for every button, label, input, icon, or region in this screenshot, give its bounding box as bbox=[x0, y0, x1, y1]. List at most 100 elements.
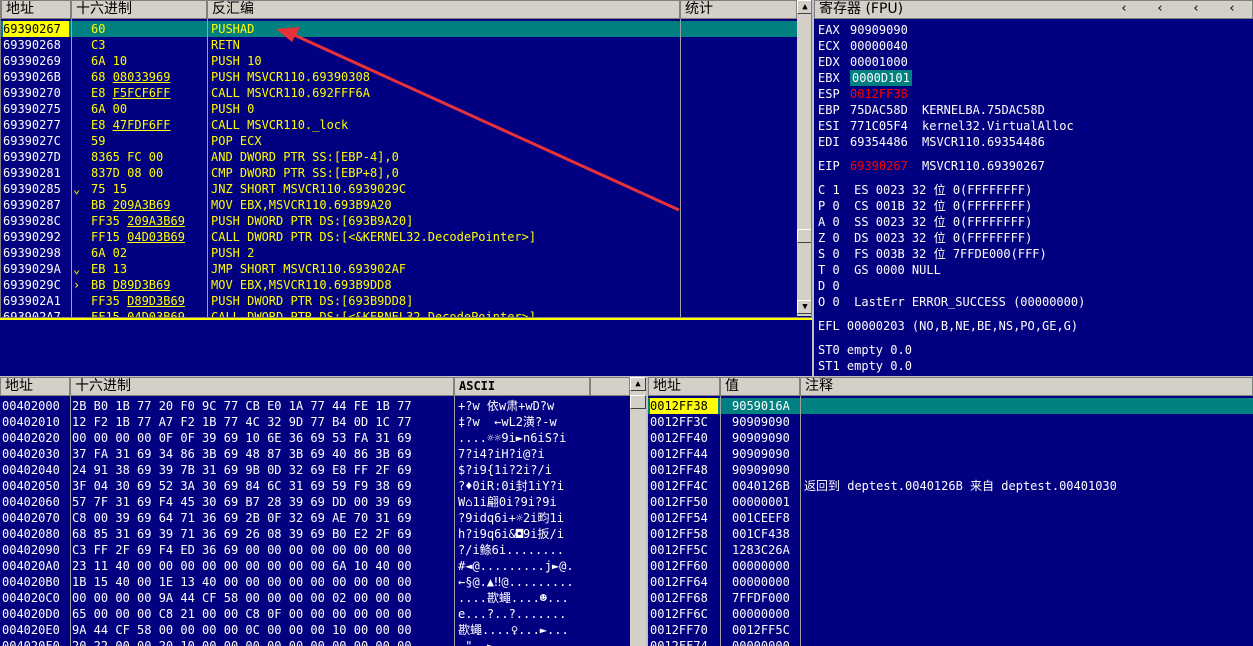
dump-row[interactable]: 00402070 C8 00 39 69 64 71 36 69 2B 0F 32… bbox=[0, 510, 630, 526]
dump-row[interactable]: 00402000 2B B0 1B 77 20 F0 9C 77 CB E0 1A… bbox=[0, 398, 630, 414]
disasm-row[interactable]: 69390287 BB 209A3B69 MOV EBX,MSVCR110.693B… bbox=[1, 197, 797, 213]
disasm-row[interactable]: 69390275 6A 00 PUSH 0 bbox=[1, 101, 797, 117]
stack-row[interactable]: 0012FF3C 90909090 bbox=[648, 414, 1253, 430]
stack-row[interactable]: 0012FF54 001CEEF8 bbox=[648, 510, 1253, 526]
disasm-row[interactable]: 6939026B 68 08033969 PUSH MSVCR110.6939030… bbox=[1, 69, 797, 85]
disasm-row[interactable]: 69390277 E8 47FDF6FF CALL MSVCR110._lock bbox=[1, 117, 797, 133]
stack-row[interactable]: 0012FF50 00000001 bbox=[648, 494, 1253, 510]
dump-header-hex[interactable]: 十六进制 bbox=[70, 377, 454, 396]
dump-header-ascii[interactable]: ASCII bbox=[454, 377, 590, 396]
disasm-instruction: POP ECX bbox=[211, 134, 262, 148]
disasm-row[interactable]: 69390292 FF15 04D03B69 CALL DWORD PTR DS:[… bbox=[1, 229, 797, 245]
disasm-instruction: CALL MSVCR110._lock bbox=[211, 118, 349, 132]
disasm-header-disasm[interactable]: 反汇编 bbox=[207, 0, 680, 19]
nav-left-icon-3[interactable]: ‹ bbox=[1186, 2, 1206, 16]
disasm-row[interactable]: 69390285 ⌄ 75 15 JNZ SHORT MSVCR110.6939029… bbox=[1, 181, 797, 197]
registers-pane[interactable]: 寄存器 (FPU) ‹ ‹ ‹ ‹ EAX 90909090 ECX 00000040… bbox=[814, 0, 1253, 376]
scroll-up-icon[interactable]: ▲ bbox=[797, 0, 811, 14]
stack-row[interactable]: 0012FF38 9059016A bbox=[648, 398, 1253, 414]
disasm-row[interactable]: 69390281 837D 08 00 CMP DWORD PTR SS:[EBP+… bbox=[1, 165, 797, 181]
stack-row[interactable]: 0012FF44 90909090 bbox=[648, 446, 1253, 462]
disasm-scrollbar[interactable]: ▲ ▼ bbox=[797, 0, 811, 316]
disasm-row[interactable]: 69390267 60 PUSHAD bbox=[1, 21, 797, 37]
stack-header-address[interactable]: 地址 bbox=[648, 377, 720, 396]
stack-row[interactable]: 0012FF6C 00000000 bbox=[648, 606, 1253, 622]
disasm-header-address[interactable]: 地址 bbox=[1, 0, 71, 19]
efl-row[interactable]: EFL 00000203 (NO,B,NE,BE,NS,PO,GE,G) bbox=[818, 318, 1078, 334]
disasm-row[interactable]: 69390270 E8 F5FCF6FF CALL MSVCR110.692FFF6… bbox=[1, 85, 797, 101]
dump-row[interactable]: 004020C0 00 00 00 00 9A 44 CF 58 00 00 00… bbox=[0, 590, 630, 606]
stack-row[interactable]: 0012FF40 90909090 bbox=[648, 430, 1253, 446]
stack-row[interactable]: 0012FF4C 0040126B 返回到 deptest.0040126B 来自 … bbox=[648, 478, 1253, 494]
stack-row[interactable]: 0012FF70 0012FF5C bbox=[648, 622, 1253, 638]
flag-row[interactable]: Z 0 DS 0023 32 位 0(FFFFFFFF) bbox=[818, 230, 1032, 246]
scroll-up-icon[interactable]: ▲ bbox=[630, 377, 646, 391]
stack-row[interactable]: 0012FF60 00000000 bbox=[648, 558, 1253, 574]
disasm-header-comment[interactable]: 统计 bbox=[680, 0, 797, 19]
dump-row[interactable]: 004020F0 20 22 00 00 20 10 00 00 00 00 00… bbox=[0, 638, 630, 646]
stack-comment bbox=[804, 398, 1249, 414]
flag-row[interactable]: A 0 SS 0023 32 位 0(FFFFFFFF) bbox=[818, 214, 1032, 230]
disasm-row[interactable]: 6939028C FF35 209A3B69 PUSH DWORD PTR DS:[… bbox=[1, 213, 797, 229]
disasm-row[interactable]: 693902A7 FF15 04D03B69 CALL DWORD PTR DS:[… bbox=[1, 309, 797, 317]
register-value[interactable]: 0000D101 bbox=[850, 70, 912, 86]
scroll-thumb[interactable] bbox=[797, 229, 811, 243]
stack-header-comment[interactable]: 注释 bbox=[800, 377, 1253, 396]
flag-row[interactable]: D 0 bbox=[818, 278, 840, 294]
scroll-down-icon[interactable]: ▼ bbox=[797, 300, 811, 314]
stack-row[interactable]: 0012FF5C 1283C26A bbox=[648, 542, 1253, 558]
register-value[interactable]: 0012FF38 bbox=[850, 86, 908, 102]
dump-row[interactable]: 00402040 24 91 38 69 39 7B 31 69 9B 0D 32… bbox=[0, 462, 630, 478]
dump-row[interactable]: 00402030 37 FA 31 69 34 86 3B 69 48 87 3B… bbox=[0, 446, 630, 462]
memory-dump-pane[interactable]: 地址 十六进制 ASCII 00402000 2B B0 1B 77 20 F0 … bbox=[0, 377, 646, 646]
disasm-row[interactable]: 69390269 6A 10 PUSH 10 bbox=[1, 53, 797, 69]
disasm-row[interactable]: 693902A1 FF35 D89D3B69 PUSH DWORD PTR DS:[… bbox=[1, 293, 797, 309]
disasm-row[interactable]: 6939029A ⌄ EB 13 JMP SHORT MSVCR110.693902A… bbox=[1, 261, 797, 277]
disasm-row[interactable]: 6939027D 8365 FC 00 AND DWORD PTR SS:[EBP-… bbox=[1, 149, 797, 165]
fpu-row[interactable]: ST1 empty 0.0 bbox=[818, 358, 912, 374]
scroll-thumb[interactable] bbox=[630, 395, 646, 409]
flag-row[interactable]: P 0 CS 001B 32 位 0(FFFFFFFF) bbox=[818, 198, 1032, 214]
stack-row[interactable]: 0012FF48 90909090 bbox=[648, 462, 1253, 478]
disassembly-pane[interactable]: 地址 十六进制 反汇编 统计 69390267 60 PUSHAD 69390268 C… bbox=[0, 0, 812, 318]
disasm-row[interactable]: 6939029C › BB D89D3B69 MOV EBX,MSVCR110.693… bbox=[1, 277, 797, 293]
disasm-row[interactable]: 6939027C 59 POP ECX bbox=[1, 133, 797, 149]
nav-left-icon-4[interactable]: ‹ bbox=[1222, 2, 1242, 16]
stack-row[interactable]: 0012FF58 001CF438 bbox=[648, 526, 1253, 542]
flag-row[interactable]: C 1 ES 0023 32 位 0(FFFFFFFF) bbox=[818, 182, 1032, 198]
dump-hex: 23 11 40 00 00 00 00 00 00 00 00 00 6A 1… bbox=[72, 559, 412, 573]
dump-row[interactable]: 00402060 57 7F 31 69 F4 45 30 69 B7 28 39… bbox=[0, 494, 630, 510]
flag-row[interactable]: T 0 GS 0000 NULL bbox=[818, 262, 941, 278]
nav-left-icon-2[interactable]: ‹ bbox=[1150, 2, 1170, 16]
dump-row[interactable]: 004020B0 1B 15 40 00 1E 13 40 00 00 00 00… bbox=[0, 574, 630, 590]
nav-left-icon-1[interactable]: ‹ bbox=[1114, 2, 1134, 16]
register-value[interactable]: 75DAC58D bbox=[850, 102, 908, 118]
flag-row[interactable]: O 0 LastErr ERROR_SUCCESS (00000000) bbox=[818, 294, 1085, 310]
register-value[interactable]: 90909090 bbox=[850, 22, 908, 38]
stack-row[interactable]: 0012FF68 7FFDF000 bbox=[648, 590, 1253, 606]
dump-scrollbar[interactable]: ▲ bbox=[630, 377, 646, 646]
dump-row[interactable]: 00402020 00 00 00 00 0F 0F 39 69 10 6E 36… bbox=[0, 430, 630, 446]
dump-row[interactable]: 004020E0 9A 44 CF 58 00 00 00 00 0C 00 00… bbox=[0, 622, 630, 638]
stack-header-value[interactable]: 值 bbox=[720, 377, 800, 396]
dump-header-address[interactable]: 地址 bbox=[0, 377, 70, 396]
dump-row[interactable]: 00402010 12 F2 1B 77 A7 F2 1B 77 4C 32 9D… bbox=[0, 414, 630, 430]
flag-row[interactable]: S 0 FS 003B 32 位 7FFDE000(FFF) bbox=[818, 246, 1047, 262]
dump-row[interactable]: 00402080 68 85 31 69 39 71 36 69 26 08 39… bbox=[0, 526, 630, 542]
dump-row[interactable]: 004020A0 23 11 40 00 00 00 00 00 00 00 00… bbox=[0, 558, 630, 574]
fpu-row[interactable]: ST0 empty 0.0 bbox=[818, 342, 912, 358]
stack-pane[interactable]: 地址 值 注释 0012FF38 9059016A 0012FF3C 90909090… bbox=[648, 377, 1253, 646]
register-value[interactable]: 00000040 bbox=[850, 38, 908, 54]
disasm-header-hex[interactable]: 十六进制 bbox=[71, 0, 207, 19]
stack-row[interactable]: 0012FF64 00000000 bbox=[648, 574, 1253, 590]
register-value[interactable]: 69354486 bbox=[850, 134, 908, 150]
disasm-row[interactable]: 69390268 C3 RETN bbox=[1, 37, 797, 53]
register-value[interactable]: 00001000 bbox=[850, 54, 908, 70]
dump-row[interactable]: 00402090 C3 FF 2F 69 F4 ED 36 69 00 00 00… bbox=[0, 542, 630, 558]
dump-row[interactable]: 00402050 3F 04 30 69 52 3A 30 69 84 6C 31… bbox=[0, 478, 630, 494]
eip-value[interactable]: 69390267 bbox=[850, 158, 908, 174]
stack-row[interactable]: 0012FF74 00000000 bbox=[648, 638, 1253, 646]
register-value[interactable]: 771C05F4 bbox=[850, 118, 908, 134]
dump-row[interactable]: 004020D0 65 00 00 00 C8 21 00 00 C8 0F 00… bbox=[0, 606, 630, 622]
disasm-row[interactable]: 69390298 6A 02 PUSH 2 bbox=[1, 245, 797, 261]
